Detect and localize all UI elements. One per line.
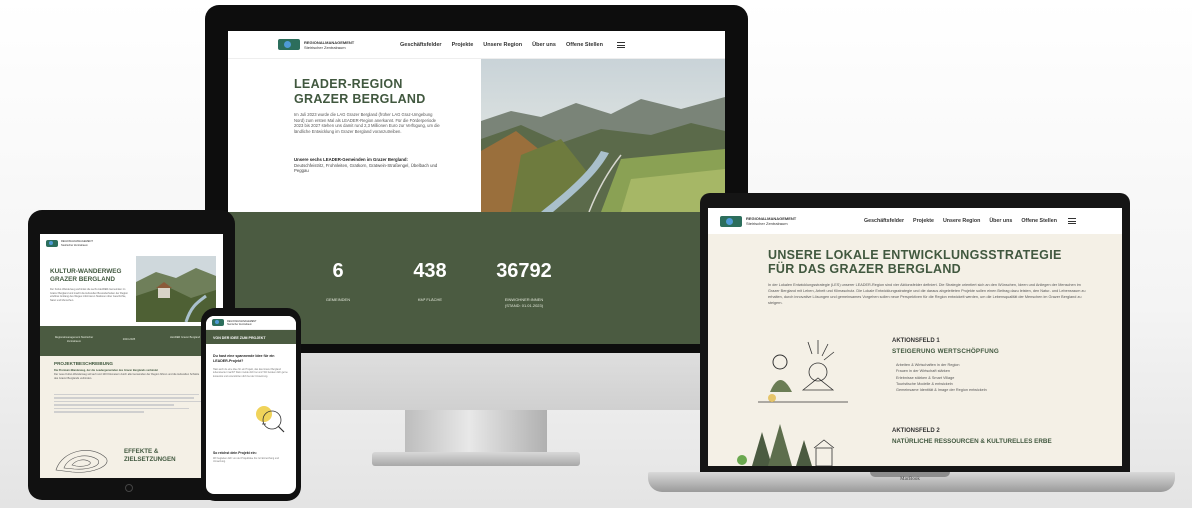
tablet-title-line-2: GRAZER BERGLAND bbox=[50, 276, 115, 283]
hero-paragraph: Im Juli 2023 wurde die LAG Grazer Bergla… bbox=[294, 112, 440, 134]
effects-line-2: ZIELSETZUNGEN bbox=[124, 455, 176, 463]
nav-item-geschaeftsfelder[interactable]: Geschäftsfelder bbox=[400, 42, 442, 48]
nav-item-projekte[interactable]: Projekte bbox=[452, 42, 474, 48]
brand-line-2: Steirischer Zentralraum bbox=[304, 44, 346, 50]
illustration-wertschoepfung bbox=[748, 332, 858, 412]
tablet-top-nav: REGIONALMANAGEMENT Steirischer Zentralra… bbox=[46, 240, 93, 247]
menu-icon[interactable] bbox=[1067, 218, 1076, 224]
laptop-screen: REGIONALMANAGEMENT Steirischer Zentralra… bbox=[708, 208, 1122, 466]
hero-landscape-image bbox=[481, 59, 725, 212]
nav-item-unsere-region[interactable]: Unsere Region bbox=[943, 218, 980, 224]
aktionsfeld-2-title: NATÜRLICHE RESSOURCEN & KULTURELLES ERBE bbox=[892, 438, 1052, 445]
nav-item-offene-stellen[interactable]: Offene Stellen bbox=[1021, 218, 1057, 224]
project-description: Die Premium-Wanderweg, der die Leadergem… bbox=[54, 369, 204, 380]
map-contour-illustration bbox=[52, 440, 112, 476]
stat-label: EINWOHNER:INNEN (STAND: 01.01.2023) bbox=[504, 297, 544, 308]
strategy-title-line-2: FÜR DAS GRAZER BERGLAND bbox=[768, 262, 962, 276]
project-text: Der neue Kultur-Wanderweg soll auf rund … bbox=[54, 372, 200, 380]
top-nav: REGIONALMANAGEMENT Steirischer Zentralra… bbox=[228, 31, 725, 59]
hero-title-line-1: LEADER-REGION bbox=[294, 77, 403, 91]
stat-value: 438 bbox=[413, 260, 447, 282]
nav-item-ueber-uns[interactable]: Über uns bbox=[989, 218, 1012, 224]
illustration-natur bbox=[732, 418, 852, 466]
brand-line-2: Steirischer Zentralraum bbox=[227, 322, 252, 326]
municipalities-list: Deutschfeistritz, Frohnleiten, Gratkorn,… bbox=[294, 162, 438, 174]
strategy-title-line-1: UNSERE LOKALE ENTWICKLUNGSSTRATEGIE bbox=[768, 248, 1062, 262]
municipalities-heading: Unsere sechs LEADER-Gemeinden im Grazer … bbox=[294, 157, 408, 162]
imac-stand bbox=[405, 410, 547, 456]
stat-value: 36792 bbox=[496, 260, 552, 282]
phone-screen: REGIONALMANAGEMENT Steirischer Zentralra… bbox=[206, 316, 296, 494]
brand-logo-icon[interactable] bbox=[278, 39, 300, 50]
tablet-home-button bbox=[125, 484, 133, 492]
brand-logo-icon[interactable] bbox=[46, 240, 58, 247]
apple-logo-icon bbox=[460, 350, 490, 386]
placeholder-lines bbox=[54, 394, 204, 415]
brand-name[interactable]: REGIONALMANAGEMENT Steirischer Zentralra… bbox=[746, 216, 826, 226]
hero-title: LEADER-REGION GRAZER BERGLAND bbox=[294, 77, 454, 107]
hero-title-line-2: GRAZER BERGLAND bbox=[294, 92, 426, 106]
tablet-info-item: Regionalmanagement Steirischer Zentralra… bbox=[54, 336, 94, 343]
phone-question-2: So reichst dein Projekt ein: bbox=[213, 451, 257, 455]
tablet-title-line-1: KULTUR-WANDERWEG bbox=[50, 268, 122, 275]
brand-line-2: Steirischer Zentralraum bbox=[61, 243, 88, 247]
effects-heading: EFFEKTE & ZIELSETZUNGEN bbox=[124, 448, 176, 464]
imac-foot bbox=[372, 452, 580, 466]
brand-name[interactable]: REGIONALMANAGEMENT Steirischer Zentralra… bbox=[304, 40, 384, 50]
phone-banner-title: VON DER IDEE ZUM PROJEKT bbox=[213, 336, 266, 340]
aktionsfeld-1-label: AKTIONSFELD 1 bbox=[892, 338, 940, 344]
brand-name[interactable]: REGIONALMANAGEMENT Steirischer Zentralra… bbox=[61, 240, 93, 247]
tablet-page-title: KULTUR-WANDERWEG GRAZER BERGLAND bbox=[50, 268, 140, 284]
stat-value: 6 bbox=[332, 260, 344, 282]
aktionsfeld-1-title: STEIGERUNG WERTSCHÖPFUNG bbox=[892, 348, 999, 355]
laptop-brand-label: MacBook bbox=[900, 477, 920, 482]
brand-logo-icon[interactable] bbox=[212, 319, 224, 326]
stat-einwohner: 36792 EINWOHNER:INNEN (STAND: 01.01.2023… bbox=[484, 260, 564, 309]
stat-label: GEMEINDEN bbox=[325, 297, 351, 302]
aktionsfeld-1-list: Arbeiten & Wirtschaften in der Region Fr… bbox=[896, 362, 987, 393]
phone-top-nav: REGIONALMANAGEMENT Steirischer Zentralra… bbox=[206, 316, 296, 330]
imac-screen: REGIONALMANAGEMENT Steirischer Zentralra… bbox=[228, 31, 725, 344]
stat-label: KM² FLÄCHE bbox=[417, 297, 443, 302]
nav-item-ueber-uns[interactable]: Über uns bbox=[532, 42, 556, 48]
phone-question: Du hast eine spannende Idee für ein LEAD… bbox=[213, 354, 275, 363]
tablet-info-band: Regionalmanagement Steirischer Zentralra… bbox=[40, 326, 223, 356]
tablet-screen: REGIONALMANAGEMENT Steirischer Zentralra… bbox=[40, 234, 223, 478]
tablet-info-item: 2023-2025 bbox=[122, 338, 136, 341]
aktionsfeld-2-label: AKTIONSFELD 2 bbox=[892, 428, 940, 434]
nav-item-offene-stellen[interactable]: Offene Stellen bbox=[566, 42, 603, 48]
brand-logo-icon[interactable] bbox=[720, 215, 742, 227]
tablet-intro: Der Kultur-Wanderweg verbindet die sechs… bbox=[50, 288, 128, 302]
stats-band: 6 GEMEINDEN 438 KM² FLÄCHE 36792 EINWOHN… bbox=[228, 212, 725, 344]
stat-gemeinden: 6 GEMEINDEN bbox=[318, 260, 358, 303]
hero-municipalities: Unsere sechs LEADER-Gemeinden im Grazer … bbox=[294, 157, 444, 174]
strategy-title: UNSERE LOKALE ENTWICKLUNGSSTRATEGIE FÜR … bbox=[768, 248, 1088, 276]
idea-bulb-icon bbox=[250, 400, 286, 436]
effects-line-1: EFFEKTE & bbox=[124, 448, 159, 455]
brand-line-2: Steirischer Zentralraum bbox=[746, 221, 788, 226]
phone-question-2-text: Wir begleiten dich von der Projektidee b… bbox=[213, 457, 279, 464]
menu-icon[interactable] bbox=[616, 41, 625, 48]
nav-item-geschaeftsfelder[interactable]: Geschäftsfelder bbox=[864, 218, 904, 224]
phone-question-text: Hast auch du eine Idee für ein Projekt, … bbox=[213, 368, 288, 378]
nav-item-projekte[interactable]: Projekte bbox=[913, 218, 934, 224]
list-item: Gemeinsame Identität & Image der Region … bbox=[896, 388, 987, 393]
laptop-top-nav: REGIONALMANAGEMENT Steirischer Zentralra… bbox=[708, 208, 1122, 234]
project-heading: PROJEKTBESCHREIBUNG bbox=[54, 361, 113, 366]
nav-item-unsere-region[interactable]: Unsere Region bbox=[483, 42, 522, 48]
brand-name[interactable]: REGIONALMANAGEMENT Steirischer Zentralra… bbox=[227, 320, 257, 326]
strategy-intro: In der Lokalen Entwicklungsstrategie (LE… bbox=[768, 283, 1086, 305]
stat-flaeche: 438 KM² FLÄCHE bbox=[402, 260, 458, 303]
